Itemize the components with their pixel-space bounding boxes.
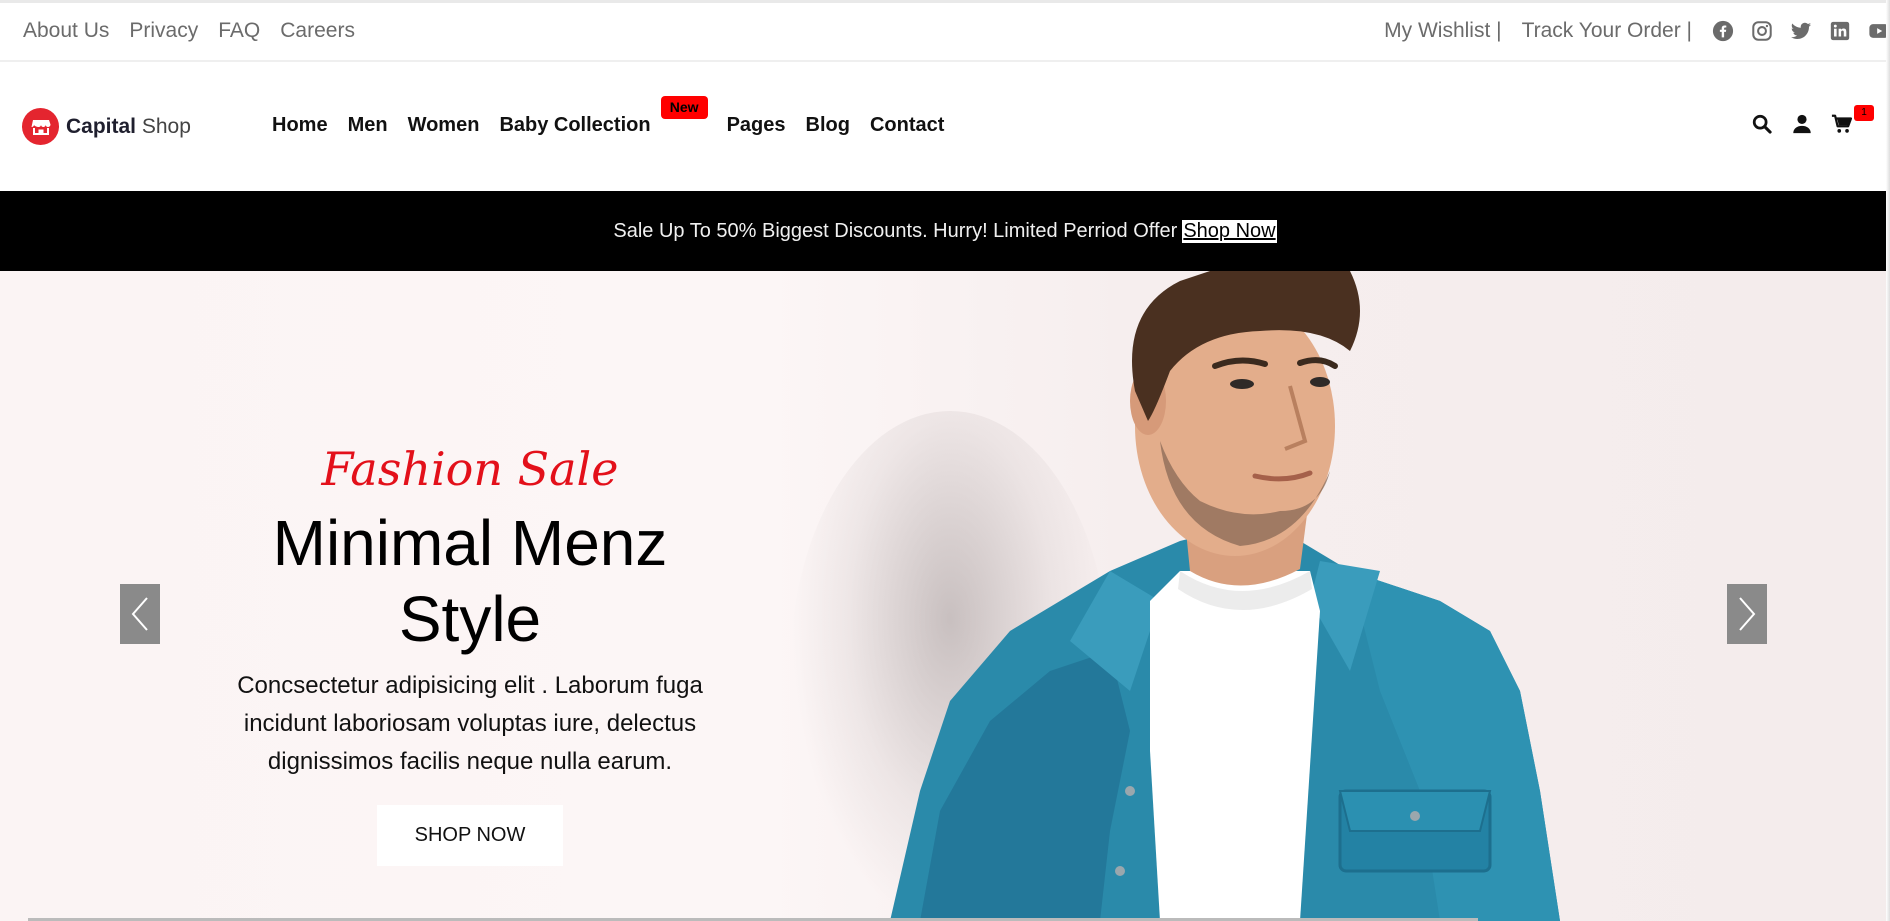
search-icon[interactable]	[1750, 112, 1774, 136]
logo[interactable]: Capital Shop	[22, 108, 191, 145]
slider-next-button[interactable]	[1727, 584, 1767, 644]
nav-contact[interactable]: Contact	[870, 112, 944, 138]
social-links	[1712, 20, 1890, 42]
new-badge: New	[660, 96, 708, 119]
track-order-link[interactable]: Track Your Order |	[1522, 17, 1692, 45]
chevron-right-icon	[1739, 597, 1756, 631]
sale-shop-now-link[interactable]: Shop Now	[1182, 219, 1277, 243]
main-navbar: Capital Shop Home Men Women Baby Collect…	[0, 62, 1890, 191]
nav-baby-collection-label: Baby Collection	[499, 114, 651, 136]
vertical-scrollbar[interactable]	[1886, 0, 1890, 921]
instagram-icon[interactable]	[1751, 20, 1773, 42]
hero-script-title: Fashion Sale	[321, 442, 619, 496]
careers-link[interactable]: Careers	[280, 17, 355, 45]
sale-banner: Sale Up To 50% Biggest Discounts. Hurry!…	[0, 191, 1890, 271]
hero-title: Minimal Menz Style	[272, 507, 668, 655]
nav-home[interactable]: Home	[272, 112, 328, 138]
twitter-icon[interactable]	[1790, 20, 1812, 42]
nav-pages[interactable]: Pages	[727, 112, 786, 138]
chevron-left-icon	[131, 597, 148, 631]
nav-icons: 1	[1734, 105, 1874, 136]
top-links: About Us Privacy FAQ Careers	[23, 17, 375, 45]
nav-blog[interactable]: Blog	[806, 112, 850, 138]
hero-text-block: Fashion Sale Minimal Menz Style Concsect…	[200, 441, 740, 866]
wishlist-link[interactable]: My Wishlist |	[1384, 17, 1501, 45]
about-us-link[interactable]: About Us	[23, 17, 109, 45]
page: About Us Privacy FAQ Careers My Wishlist…	[0, 0, 1890, 921]
store-icon	[22, 108, 59, 145]
hero-shop-now-button[interactable]: SHOP NOW	[376, 805, 564, 866]
hero-slider: Fashion Sale Minimal Menz Style Concsect…	[0, 271, 1890, 921]
logo-bold: Capital	[66, 114, 137, 138]
linkedin-icon[interactable]	[1829, 20, 1851, 42]
cart-count-badge: 1	[1854, 105, 1874, 121]
nav-baby-collection[interactable]: Baby Collection New	[499, 96, 708, 138]
hero-model-image	[890, 271, 1560, 921]
user-icon[interactable]	[1790, 112, 1814, 136]
top-bar: About Us Privacy FAQ Careers My Wishlist…	[0, 0, 1890, 62]
logo-light: Shop	[141, 114, 191, 138]
hero-description: Concsectetur adipisicing elit . Laborum …	[237, 672, 703, 775]
sale-text: Sale Up To 50% Biggest Discounts. Hurry!…	[613, 219, 1178, 242]
logo-text: Capital Shop	[66, 115, 191, 139]
nav-men[interactable]: Men	[348, 112, 388, 138]
slider-prev-button[interactable]	[120, 584, 160, 644]
main-menu: Home Men Women Baby Collection New Pages…	[272, 96, 964, 138]
top-right: My Wishlist | Track Your Order |	[1384, 17, 1890, 45]
nav-women[interactable]: Women	[408, 112, 480, 138]
faq-link[interactable]: FAQ	[218, 17, 260, 45]
privacy-link[interactable]: Privacy	[129, 17, 198, 45]
facebook-icon[interactable]	[1712, 20, 1734, 42]
cart-icon[interactable]: 1	[1830, 105, 1874, 136]
